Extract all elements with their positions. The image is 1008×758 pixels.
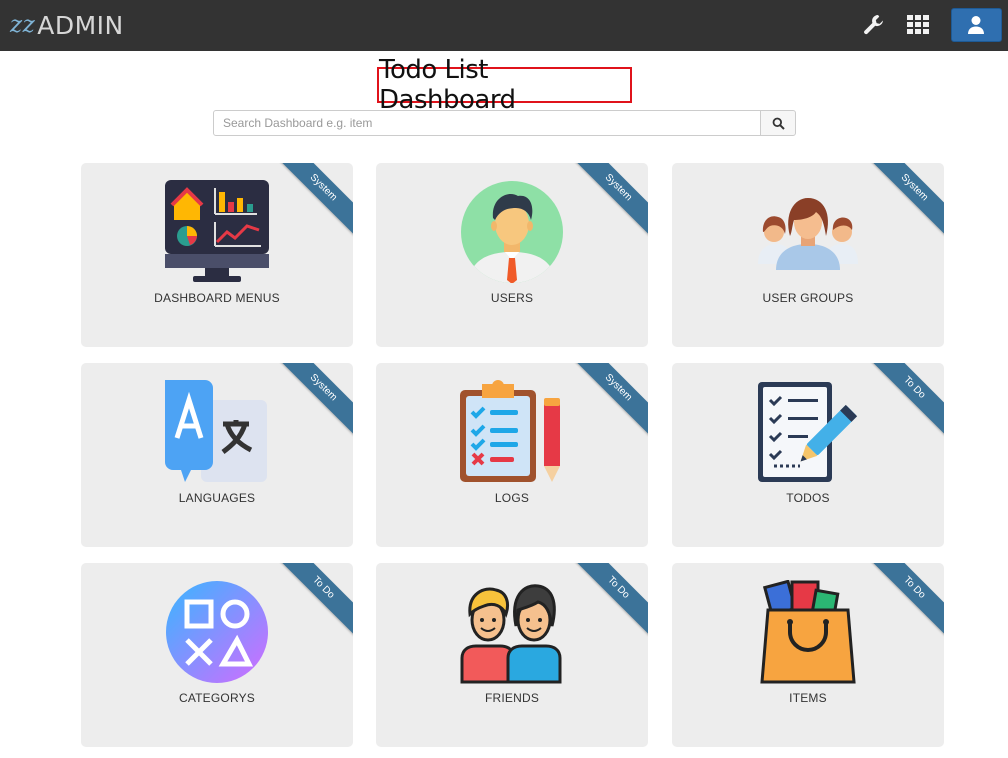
ribbon-badge: To Do xyxy=(866,363,944,436)
search-button[interactable] xyxy=(760,110,796,136)
card-label: USERS xyxy=(490,291,534,305)
card-items[interactable]: To Do ITEMS xyxy=(672,563,944,747)
wrench-icon[interactable] xyxy=(861,12,887,38)
search-input[interactable] xyxy=(213,110,761,136)
translate-icon xyxy=(165,380,267,482)
search-icon xyxy=(772,117,785,130)
card-label: LANGUAGES xyxy=(178,491,256,505)
ribbon-badge: System xyxy=(866,163,944,236)
apps-grid-icon[interactable] xyxy=(905,12,931,38)
ribbon-badge: To Do xyxy=(866,563,944,636)
dashboard-monitor-icon xyxy=(165,180,269,282)
card-label: USER GROUPS xyxy=(762,291,854,305)
card-label: ITEMS xyxy=(789,691,827,705)
search-bar xyxy=(213,110,796,136)
card-label: LOGS xyxy=(494,491,530,505)
card-user-groups[interactable]: System USER GROUPS xyxy=(672,163,944,347)
card-label: CATEGORYS xyxy=(178,691,256,705)
card-categorys[interactable]: To Do CATEGORYS xyxy=(81,563,353,747)
ribbon-badge: System xyxy=(275,163,353,236)
shapes-icon xyxy=(166,581,268,683)
user-avatar-icon xyxy=(461,181,563,283)
card-dashboard-menus[interactable]: System DASHBOARD MENUS xyxy=(81,163,353,347)
page-title: Todo List Dashboard xyxy=(379,55,516,115)
card-logs[interactable]: System LOGS xyxy=(376,363,648,547)
card-languages[interactable]: System LANGUAGES xyxy=(81,363,353,547)
todo-list-pen-icon xyxy=(758,382,858,482)
card-friends[interactable]: To Do FRIENDS xyxy=(376,563,648,747)
top-navbar: zz ADMIN xyxy=(0,0,1008,51)
card-label: FRIENDS xyxy=(484,691,540,705)
ribbon-badge: System xyxy=(570,363,648,436)
shopping-bag-icon xyxy=(760,580,856,684)
logo-text: ADMIN xyxy=(37,10,124,40)
logo-mark: zz xyxy=(10,12,36,38)
card-users[interactable]: System USERS xyxy=(376,163,648,347)
user-icon xyxy=(968,16,984,34)
ribbon-badge: System xyxy=(570,163,648,236)
app-logo[interactable]: zz ADMIN xyxy=(10,8,124,42)
page-title-box: Todo List Dashboard xyxy=(377,55,632,115)
ribbon-badge: System xyxy=(275,363,353,436)
friends-icon xyxy=(460,584,562,684)
card-label: DASHBOARD MENUS xyxy=(154,291,280,305)
card-todos[interactable]: To Do TODOS xyxy=(672,363,944,547)
ribbon-badge: To Do xyxy=(275,563,353,636)
user-group-icon xyxy=(758,198,858,270)
clipboard-checklist-icon xyxy=(460,380,560,482)
card-label: TODOS xyxy=(786,491,830,505)
user-menu-button[interactable] xyxy=(951,8,1002,42)
ribbon-badge: To Do xyxy=(570,563,648,636)
